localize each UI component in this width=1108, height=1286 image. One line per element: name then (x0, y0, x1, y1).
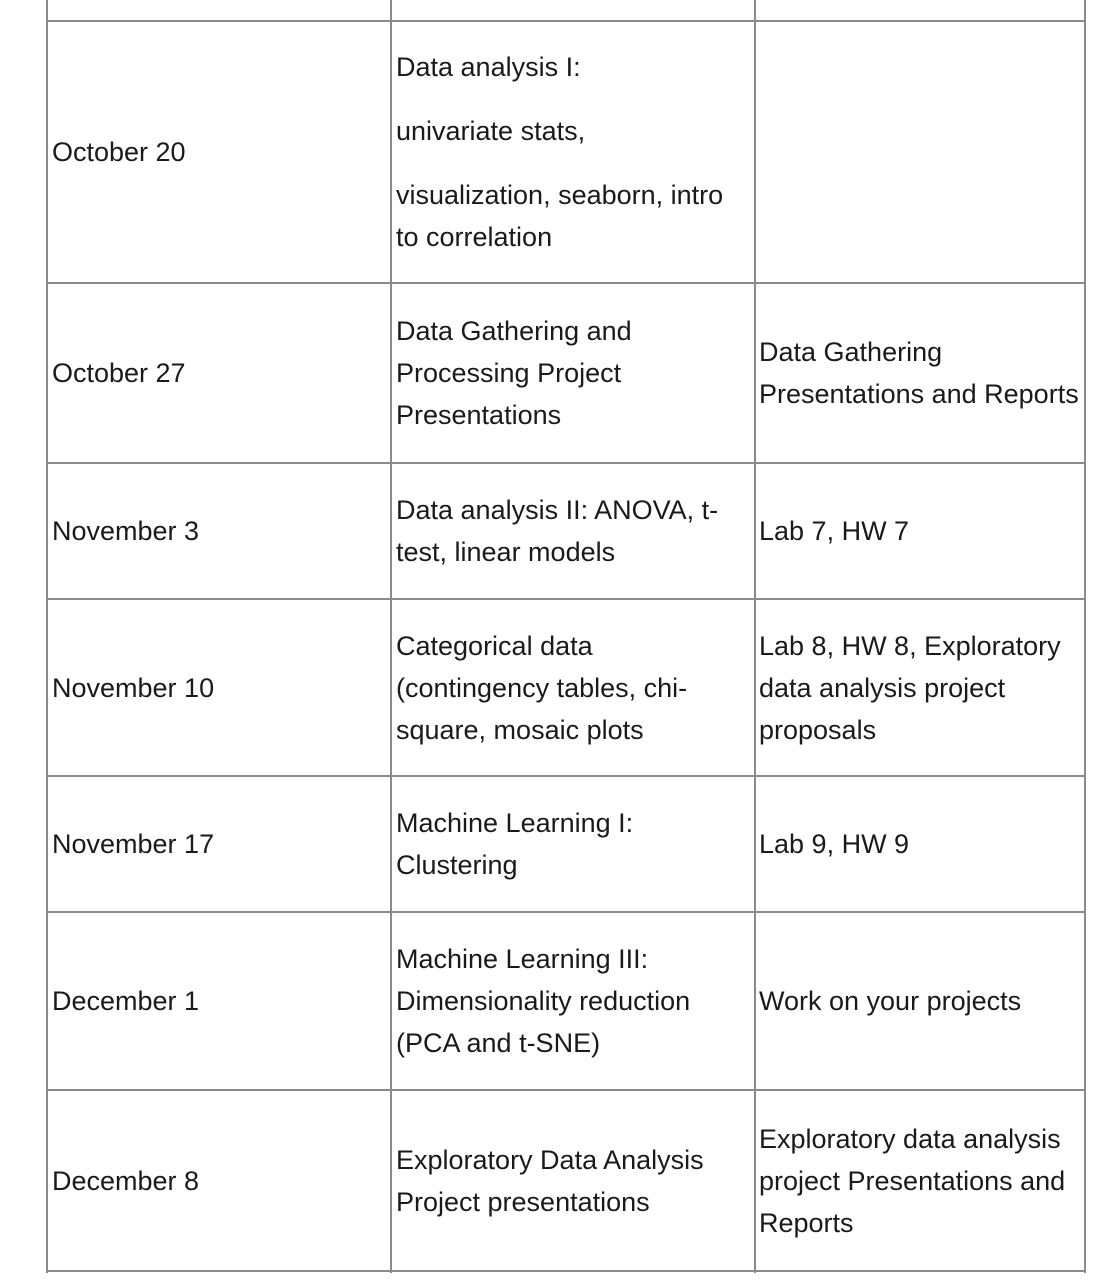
schedule-table: October 20 Data analysis I: univariate sta… (46, 0, 1086, 1273)
assignments-text: Lab 7, HW 7 (759, 516, 910, 546)
topic-cell: Machine Learning I: Clustering (396, 777, 748, 911)
date-cell: December 8 (52, 1091, 382, 1270)
topic-line: visualization, seaborn, intro to correla… (396, 180, 724, 252)
assignments-cell: Exploratory data analysis project Presen… (759, 1091, 1083, 1270)
date-text: December 8 (52, 1165, 200, 1196)
topic-line: univariate stats, (396, 116, 586, 146)
assignments-text: Work on your projects (759, 986, 1022, 1016)
topic-line: Data analysis I: (396, 52, 581, 82)
date-cell: November 3 (52, 464, 382, 598)
date-text: November 3 (52, 516, 200, 546)
date-cell: December 1 (52, 913, 382, 1089)
date-cell: October 20 (52, 22, 382, 282)
assignments-text: Data Gathering Presentations and Reports (759, 337, 1079, 409)
topic-cell: Machine Learning III: Dimensionality red… (396, 913, 748, 1089)
column-rule (46, 0, 48, 1273)
date-text: November 10 (52, 672, 215, 703)
date-cell: November 10 (52, 600, 382, 775)
assignments-cell: Lab 9, HW 9 (759, 777, 1083, 911)
topic-cell: Exploratory Data Analysis Project presen… (396, 1091, 748, 1270)
topic-line: Exploratory Data Analysis Project presen… (396, 1144, 704, 1217)
assignments-cell: Lab 8, HW 8, Exploratory data analysis p… (759, 600, 1083, 775)
date-text: October 20 (52, 137, 186, 167)
topic-cell: Categorical data (contingency tables, ch… (396, 600, 748, 775)
assignments-text: Exploratory data analysis project Presen… (759, 1123, 1066, 1238)
date-cell: November 17 (52, 777, 382, 911)
date-cell: October 27 (52, 284, 382, 462)
row-rule (46, 1270, 1086, 1272)
assignments-cell (759, 22, 1083, 282)
assignments-cell: Work on your projects (759, 913, 1083, 1089)
assignments-cell: Lab 7, HW 7 (759, 464, 1083, 598)
topic-line: Machine Learning III: Dimensionality red… (396, 944, 691, 1058)
assignments-text: Lab 8, HW 8, Exploratory data analysis p… (759, 630, 1061, 745)
column-rule (754, 0, 756, 1273)
column-rule (1084, 0, 1086, 1273)
date-text: December 1 (52, 986, 200, 1016)
topic-cell: Data analysis II: ANOVA, t-test, linear … (396, 464, 748, 598)
assignments-text: Lab 9, HW 9 (759, 829, 910, 859)
date-text: November 17 (52, 829, 215, 859)
topic-cell: Data Gathering and Processing Project Pr… (396, 284, 748, 462)
topic-line: Machine Learning I: Clustering (396, 808, 634, 880)
topic-cell: Data analysis I: univariate stats, visuali… (396, 22, 748, 282)
topic-line: Data analysis II: ANOVA, t-test, linear … (396, 495, 719, 567)
assignments-cell: Data Gathering Presentations and Reports (759, 284, 1083, 462)
column-rule (390, 0, 392, 1273)
topic-line: Data Gathering and Processing Project Pr… (396, 316, 632, 430)
date-text: October 27 (52, 358, 186, 388)
topic-line: Categorical data (contingency tables, ch… (396, 630, 688, 745)
